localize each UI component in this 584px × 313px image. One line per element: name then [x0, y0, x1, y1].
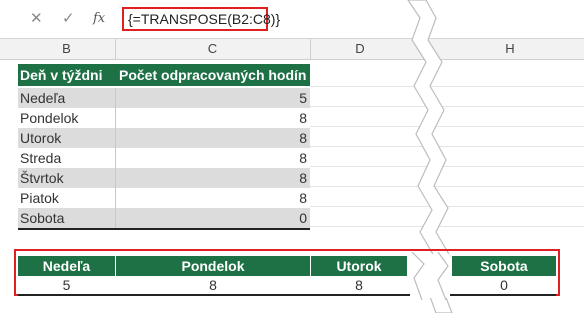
transposed-bottom-border [18, 294, 556, 296]
transposed-header[interactable]: Utorok [311, 256, 407, 276]
transposed-header[interactable]: Pondelok [116, 256, 310, 276]
transposed-header[interactable]: Sobota [452, 256, 556, 276]
transposed-header[interactable]: Nedeľa [18, 256, 115, 276]
transposed-value[interactable]: 8 [116, 276, 310, 294]
transposed-value[interactable]: 0 [452, 276, 556, 294]
transposed-value[interactable]: 8 [311, 276, 407, 294]
transposed-value[interactable]: 5 [18, 276, 115, 294]
torn-edge-segment [411, 252, 449, 300]
